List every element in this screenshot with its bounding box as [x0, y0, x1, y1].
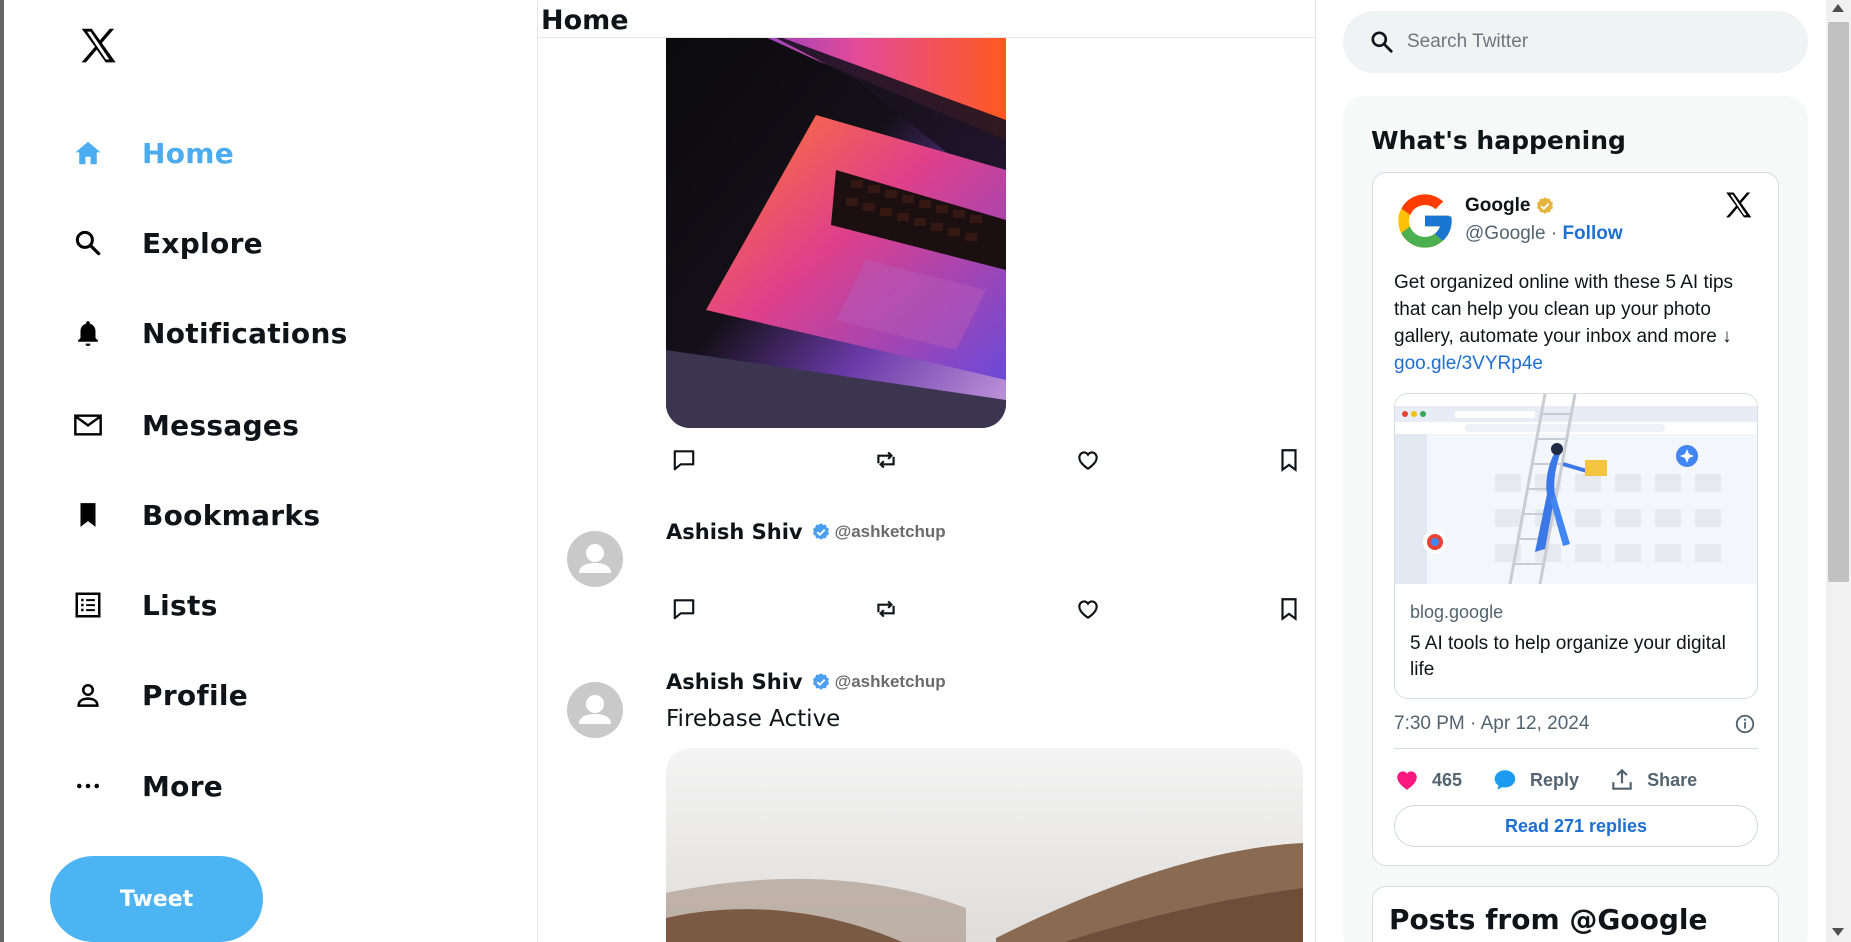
embed-author: Google: [1465, 195, 1555, 217]
gold-verified-badge-icon: [1537, 197, 1554, 214]
scroll-down-arrow-icon[interactable]: [1832, 928, 1844, 936]
heart-filled-icon: [1397, 771, 1417, 790]
post-header: Ashish Shiv @ashketchup: [666, 520, 946, 544]
like-count: 465: [1432, 769, 1463, 790]
right-sidebar: What's happening Google @Google · Follow: [1316, 0, 1826, 942]
nav-item-lists[interactable]: Lists: [68, 585, 218, 625]
link-card[interactable]: blog.google 5 AI tools to help organize …: [1394, 393, 1758, 699]
scrollbar-thumb[interactable]: [1828, 22, 1849, 582]
nav-label-home: Home: [142, 136, 235, 170]
post-image-laptop[interactable]: [666, 20, 1006, 428]
tweet-button[interactable]: Tweet: [50, 856, 263, 942]
panel-title: What's happening: [1371, 126, 1626, 155]
search-bar[interactable]: [1343, 11, 1808, 73]
card-title: 5 AI tools to help organize your digital…: [1410, 633, 1726, 680]
bookmark-icon[interactable]: [1271, 442, 1307, 478]
info-icon[interactable]: [1734, 713, 1756, 735]
search-input[interactable]: [1407, 31, 1787, 53]
separator: ·: [1545, 223, 1563, 244]
retweet-icon[interactable]: [868, 442, 904, 478]
posts-from-title: Posts from @Google: [1389, 903, 1708, 936]
whats-happening-panel: What's happening Google @Google · Follow: [1343, 96, 1808, 942]
post-actions: [666, 442, 1306, 482]
follow-link[interactable]: Follow: [1562, 223, 1622, 244]
home-feed: Ashish Shiv @ashketchup Ashish Shiv @ash…: [537, 0, 1316, 942]
nav-label-notifications: Notifications: [142, 316, 348, 350]
comment-icon[interactable]: [666, 442, 702, 478]
embed-actions: 465 Reply Share: [1394, 762, 1758, 798]
home-icon: [68, 133, 108, 173]
read-replies-button[interactable]: Read 271 replies: [1394, 805, 1758, 847]
posts-from-embed[interactable]: Posts from @Google: [1372, 886, 1779, 942]
avatar[interactable]: [567, 531, 623, 587]
list-icon: [68, 585, 108, 625]
scrollbar[interactable]: [1826, 0, 1851, 942]
nav-label-lists: Lists: [142, 588, 218, 622]
feed-header: Home: [538, 0, 1315, 38]
reply-action[interactable]: Reply: [1492, 767, 1579, 793]
post-author-handle[interactable]: @ashketchup: [835, 672, 946, 692]
post-actions: [666, 591, 1306, 631]
post-author-handle[interactable]: @ashketchup: [835, 522, 946, 542]
nav-item-messages[interactable]: Messages: [68, 405, 299, 445]
bookmark-icon: [68, 495, 108, 535]
search-icon: [1371, 31, 1393, 53]
embed-author-name[interactable]: Google: [1465, 195, 1530, 217]
embed-body: Get organized online with these 5 AI tip…: [1394, 272, 1734, 347]
embedded-tweet[interactable]: Google @Google · Follow Get organized on…: [1372, 172, 1779, 866]
nav-item-explore[interactable]: Explore: [68, 223, 263, 263]
reply-label: Reply: [1530, 769, 1580, 790]
avatar[interactable]: [567, 682, 623, 738]
heart-icon[interactable]: [1070, 591, 1106, 627]
search-icon: [68, 223, 108, 263]
comment-icon[interactable]: [666, 591, 702, 627]
mail-icon: [68, 405, 108, 445]
nav-label-profile: Profile: [142, 678, 249, 712]
share-icon: [1612, 768, 1632, 790]
verified-badge-icon: [812, 523, 829, 540]
nav-label-messages: Messages: [142, 408, 300, 442]
divider: [1394, 748, 1758, 749]
page-title: Home: [541, 5, 629, 36]
x-logo-icon[interactable]: [76, 24, 122, 70]
embed-handle-row: @Google · Follow: [1465, 223, 1623, 245]
share-label: Share: [1647, 769, 1698, 790]
post-image-landscape[interactable]: [666, 748, 1303, 942]
nav-item-bookmarks[interactable]: Bookmarks: [68, 495, 320, 535]
embed-timestamp[interactable]: 7:30 PM · Apr 12, 2024: [1394, 713, 1589, 735]
bookmark-icon[interactable]: [1271, 591, 1307, 627]
share-action[interactable]: Share: [1609, 767, 1697, 793]
google-logo-icon[interactable]: [1393, 189, 1457, 253]
reply-bubble-icon: [1494, 770, 1516, 790]
embed-handle[interactable]: @Google: [1465, 223, 1546, 244]
bell-icon: [68, 313, 108, 353]
left-navigation: Home Explore Notifications Messages Book…: [0, 0, 537, 942]
nav-item-home[interactable]: Home: [68, 133, 234, 173]
nav-item-profile[interactable]: Profile: [68, 675, 248, 715]
nav-item-more[interactable]: More: [68, 766, 223, 806]
post-text: Firebase Active: [666, 706, 841, 732]
twitter-clone-page: Home Explore Notifications Messages Book…: [0, 0, 1851, 942]
person-icon: [68, 675, 108, 715]
post-author-name[interactable]: Ashish Shiv: [666, 670, 803, 694]
nav-label-explore: Explore: [142, 226, 263, 260]
nav-label-bookmarks: Bookmarks: [142, 498, 321, 532]
scroll-up-arrow-icon[interactable]: [1832, 4, 1844, 12]
heart-icon[interactable]: [1070, 442, 1106, 478]
card-illustration: [1395, 394, 1757, 585]
card-domain: blog.google: [1410, 602, 1504, 622]
post-header: Ashish Shiv @ashketchup: [666, 670, 946, 694]
like-action[interactable]: 465: [1394, 767, 1462, 793]
x-logo-icon[interactable]: [1722, 189, 1756, 223]
nav-label-more: More: [142, 769, 224, 803]
post-author-name[interactable]: Ashish Shiv: [666, 520, 803, 544]
nav-item-notifications[interactable]: Notifications: [68, 313, 348, 353]
embed-text: Get organized online with these 5 AI tip…: [1394, 269, 1764, 377]
embed-link[interactable]: goo.gle/3VYRp4e: [1394, 353, 1543, 374]
retweet-icon[interactable]: [868, 591, 904, 627]
verified-badge-icon: [812, 673, 829, 690]
more-icon: [68, 766, 108, 806]
